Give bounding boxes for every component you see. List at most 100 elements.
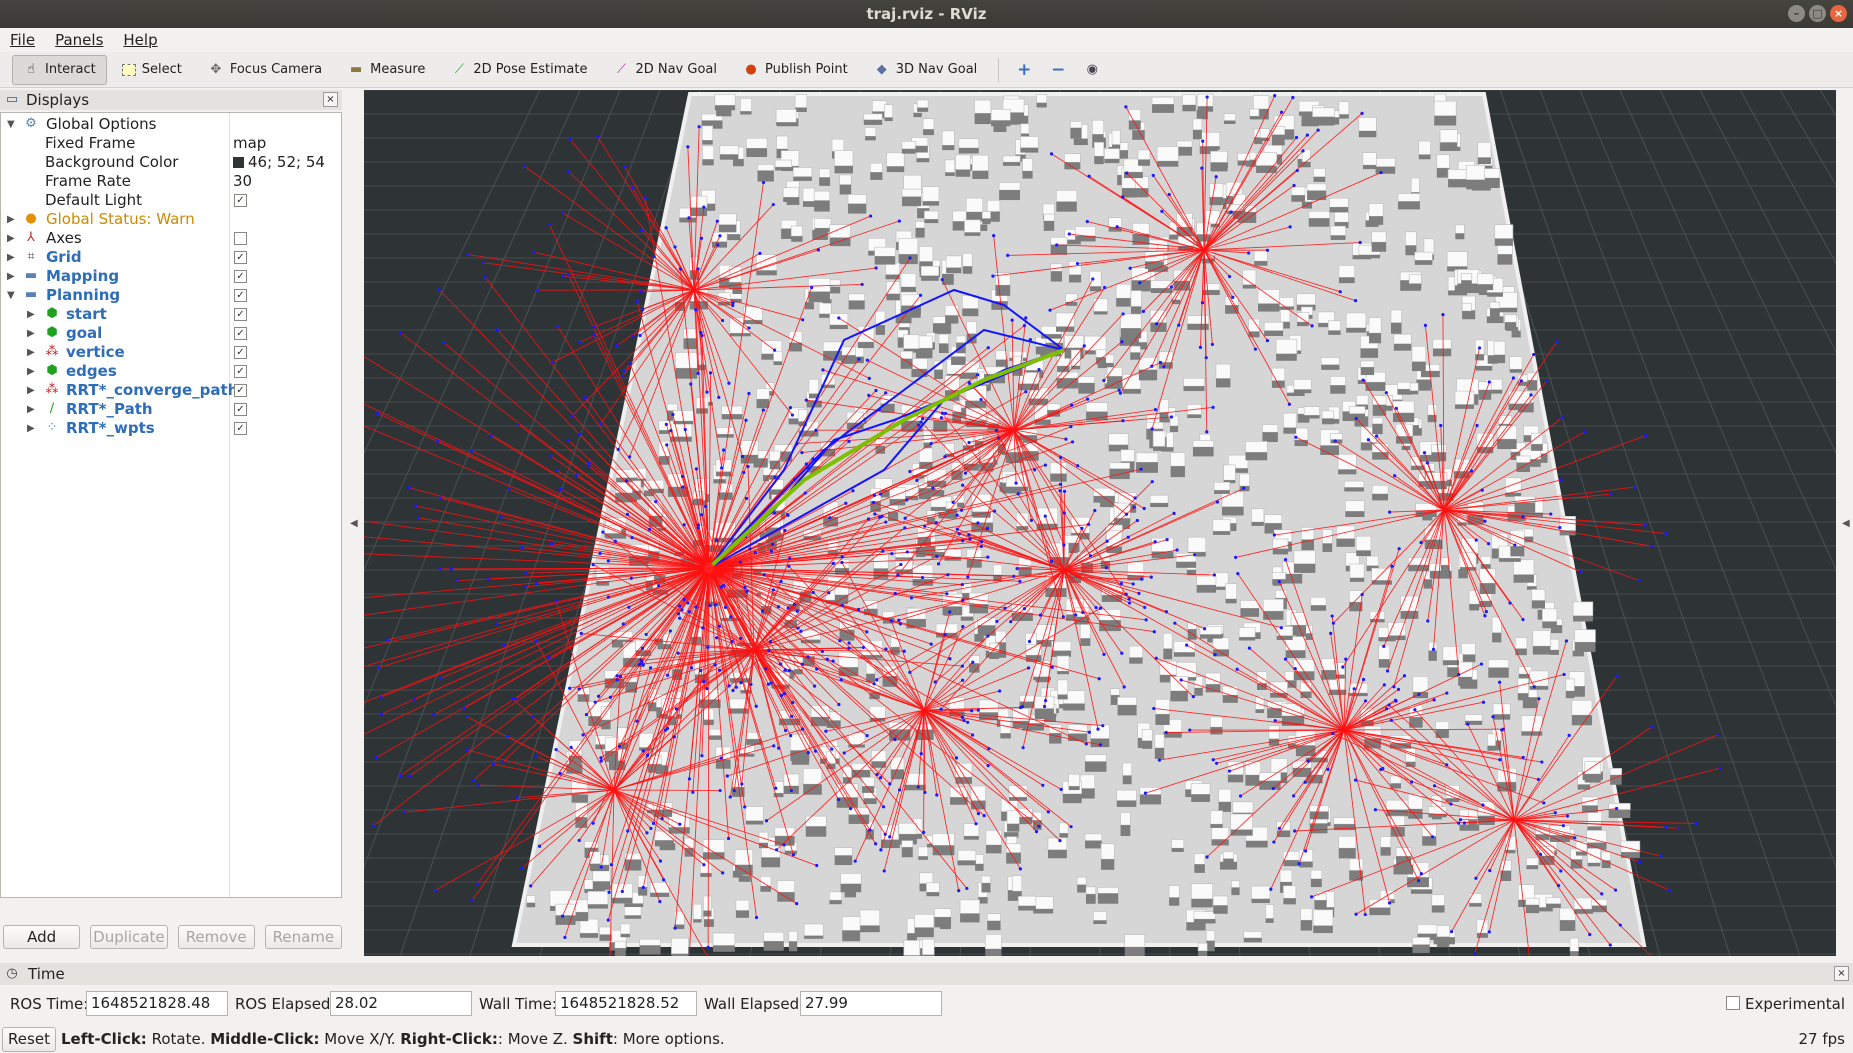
nav-arrow-icon: ⟋ (616, 61, 626, 77)
tree-row-axes[interactable]: ▶ ⅄ Axes (1, 229, 341, 248)
mapping-checkbox[interactable]: ✓ (234, 270, 247, 283)
grid-icon: ⌗ (27, 249, 35, 264)
displays-close-button[interactable]: × (323, 92, 338, 107)
grid-checkbox[interactable]: ✓ (234, 251, 247, 264)
remove-tool-button[interactable]: − (1043, 55, 1073, 85)
expand-arrow-icon[interactable]: ▶ (7, 248, 15, 267)
tool-label: Focus Camera (229, 62, 323, 77)
tool-label: Select (141, 62, 182, 77)
vertice-checkbox[interactable]: ✓ (234, 346, 247, 359)
displays-button-row: Add Duplicate Remove Rename (0, 925, 342, 955)
ros-elapsed-label: ROS Elapsed: (235, 995, 336, 1013)
mapping-label: Mapping (46, 267, 120, 285)
3d-nav-goal-tool-button[interactable]: ◆ 3D Nav Goal (863, 55, 989, 85)
tree-row-mapping[interactable]: ▶ ▬ Mapping ✓ (1, 267, 341, 286)
duplicate-display-button[interactable]: Duplicate (90, 925, 168, 949)
add-tool-button[interactable]: + (1009, 55, 1039, 85)
close-button[interactable]: × (1830, 5, 1847, 22)
focus-camera-tool-button[interactable]: ✥ Focus Camera (197, 55, 333, 85)
converge-paths-checkbox[interactable]: ✓ (234, 384, 247, 397)
tool-label: 3D Nav Goal (895, 62, 978, 77)
start-checkbox[interactable]: ✓ (234, 308, 247, 321)
tree-row-goal[interactable]: ▶ ⬢ goal ✓ (1, 324, 341, 343)
expand-arrow-icon[interactable]: ▶ (7, 229, 15, 248)
2d-pose-estimate-tool-button[interactable]: ⟋ 2D Pose Estimate (440, 55, 598, 85)
collapse-right-panel-handle[interactable]: ◀ (1842, 518, 1850, 529)
wpts-checkbox[interactable]: ✓ (234, 422, 247, 435)
expand-arrow-icon[interactable]: ▶ (7, 267, 15, 286)
planning-checkbox[interactable]: ✓ (234, 289, 247, 302)
ros-time-field[interactable]: 1648521828.48 (86, 991, 228, 1016)
tree-row-fixed-frame[interactable]: Fixed Frame map (1, 134, 341, 153)
rrt-path-checkbox[interactable]: ✓ (234, 403, 247, 416)
edges-checkbox[interactable]: ✓ (234, 365, 247, 378)
menu-help[interactable]: Help (123, 31, 157, 49)
publish-point-tool-button[interactable]: ● Publish Point (732, 55, 859, 85)
tree-row-converge-paths[interactable]: ▶ ⁂ RRT*_converge_paths ✓ (1, 381, 341, 400)
tree-row-edges[interactable]: ▶ ⬢ edges ✓ (1, 362, 341, 381)
axes-checkbox[interactable] (234, 232, 247, 245)
rrt-star-scene (364, 90, 1836, 956)
tree-row-planning[interactable]: ▼ ▬ Planning ✓ (1, 286, 341, 305)
displays-title: Displays (26, 91, 90, 109)
ros-elapsed-field[interactable]: 28.02 (330, 991, 472, 1016)
menu-file[interactable]: File (10, 31, 35, 49)
hint-shift-text: : More options. (612, 1030, 725, 1048)
eye-icon: ◉ (1086, 61, 1098, 77)
camera-type-button[interactable]: ◉ (1077, 55, 1107, 85)
wall-time-field[interactable]: 1648521828.52 (555, 991, 697, 1016)
tree-row-vertice[interactable]: ▶ ⁂ vertice ✓ (1, 343, 341, 362)
tree-row-global-options[interactable]: ▼ ⚙ Global Options (1, 115, 341, 134)
expand-arrow-icon[interactable]: ▶ (7, 210, 15, 229)
tree-row-grid[interactable]: ▶ ⌗ Grid ✓ (1, 248, 341, 267)
tree-row-wpts[interactable]: ▶ ⁘ RRT*_wpts ✓ (1, 419, 341, 438)
expand-arrow-icon[interactable]: ▶ (27, 362, 35, 381)
tree-row-global-status[interactable]: ▶ ● Global Status: Warn (1, 210, 341, 229)
expand-arrow-icon[interactable]: ▶ (27, 400, 35, 419)
window-titlebar: traj.rviz - RViz – □ × (0, 0, 1853, 28)
tree-row-frame-rate[interactable]: Frame Rate 30 (1, 172, 341, 191)
remove-display-button[interactable]: Remove (177, 925, 255, 949)
3d-render-viewport[interactable] (364, 90, 1836, 956)
time-close-button[interactable]: × (1834, 966, 1849, 981)
expand-arrow-icon[interactable]: ▶ (27, 305, 35, 324)
rename-display-button[interactable]: Rename (264, 925, 342, 949)
goal-label: goal (66, 324, 103, 342)
expand-arrow-icon[interactable]: ▼ (7, 115, 15, 134)
frame-rate-label: Frame Rate (45, 172, 131, 190)
collapse-left-panel-handle[interactable]: ◀ (350, 518, 358, 529)
fixed-frame-value[interactable]: map (233, 134, 266, 153)
add-display-button[interactable]: Add (3, 925, 81, 949)
expand-arrow-icon[interactable]: ▶ (27, 324, 35, 343)
minimize-button[interactable]: – (1788, 5, 1805, 22)
measure-tool-button[interactable]: ▬ Measure (337, 55, 436, 85)
hint-left-text: Rotate. (146, 1030, 211, 1048)
fixed-frame-label: Fixed Frame (45, 134, 136, 152)
2d-nav-goal-tool-button[interactable]: ⟋ 2D Nav Goal (602, 55, 728, 85)
frame-rate-value[interactable]: 30 (233, 172, 252, 191)
interact-tool-button[interactable]: ☝ Interact (12, 54, 107, 85)
tool-label: 2D Nav Goal (635, 62, 717, 77)
expand-arrow-icon[interactable]: ▶ (27, 419, 35, 438)
tree-row-start[interactable]: ▶ ⬢ start ✓ (1, 305, 341, 324)
window-title: traj.rviz - RViz (866, 5, 987, 23)
tree-row-rrt-path[interactable]: ▶ ∕ RRT*_Path ✓ (1, 400, 341, 419)
reset-button[interactable]: Reset (2, 1027, 56, 1052)
color-swatch (233, 157, 244, 168)
expand-arrow-icon[interactable]: ▼ (7, 286, 15, 305)
expand-arrow-icon[interactable]: ▶ (27, 381, 35, 400)
clock-icon: ◷ (6, 966, 18, 981)
goal-checkbox[interactable]: ✓ (234, 327, 247, 340)
expand-arrow-icon[interactable]: ▶ (27, 343, 35, 362)
menu-panels[interactable]: Panels (55, 31, 103, 49)
maximize-button[interactable]: □ (1809, 5, 1826, 22)
background-color-value[interactable]: 46; 52; 54 (233, 153, 325, 172)
minus-icon: − (1051, 59, 1066, 80)
select-tool-button[interactable]: Select (111, 55, 193, 85)
tree-row-background-color[interactable]: Background Color 46; 52; 54 (1, 153, 341, 172)
experimental-checkbox[interactable] (1726, 996, 1740, 1010)
axes-icon: ⅄ (27, 230, 35, 245)
tree-row-default-light[interactable]: Default Light ✓ (1, 191, 341, 210)
wall-elapsed-field[interactable]: 27.99 (800, 991, 942, 1016)
default-light-checkbox[interactable]: ✓ (234, 194, 247, 207)
